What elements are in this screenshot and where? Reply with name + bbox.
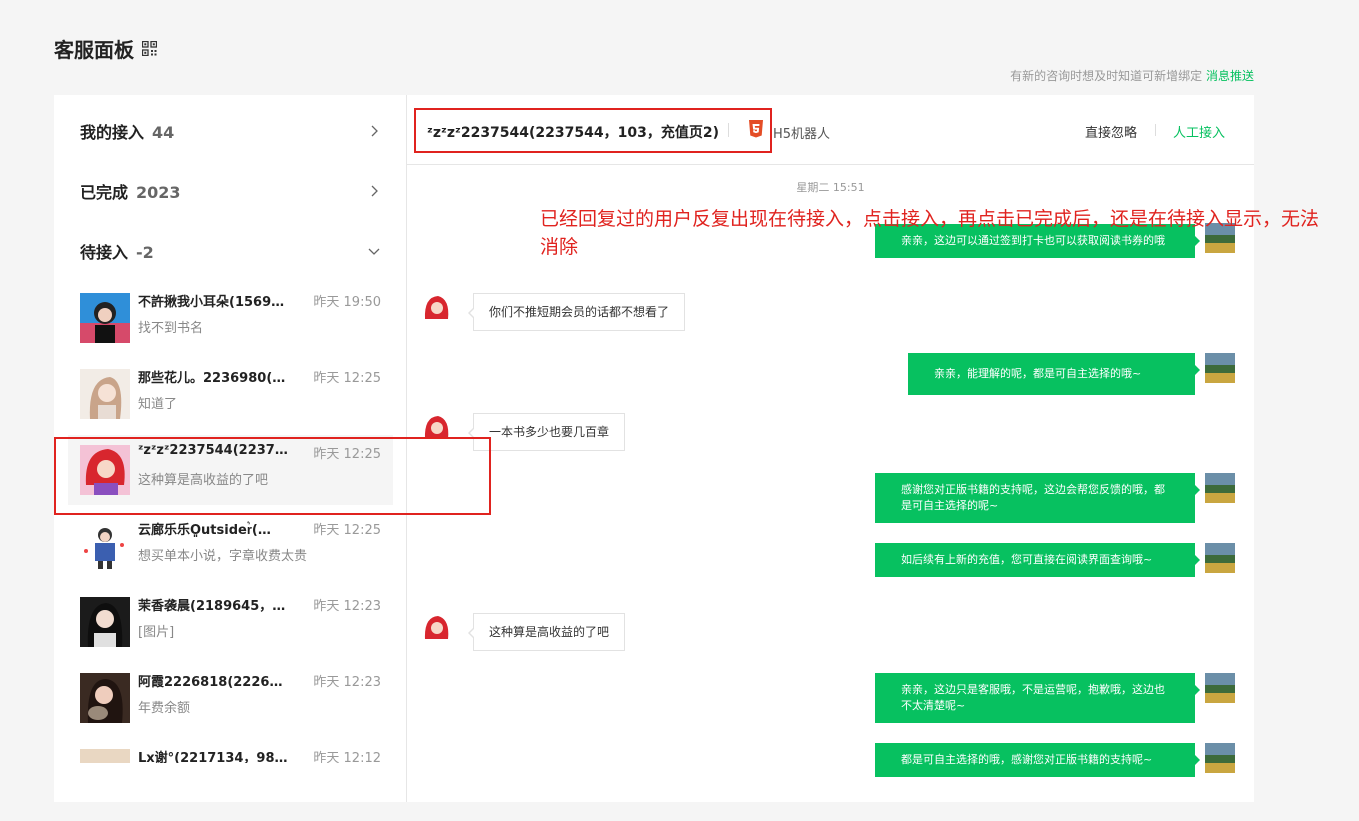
- chevron-right-icon: [371, 125, 378, 137]
- conversation-item[interactable]: Lx谢°(2217134，98… 昨天 12:12: [68, 739, 393, 763]
- conversation-name: 那些花儿。2236980(…: [138, 371, 286, 386]
- avatar: [1205, 543, 1235, 573]
- conversation-name: 茉香袭晨(2189645，…: [138, 599, 286, 614]
- conversation-time: 昨天 12:23: [313, 599, 381, 614]
- avatar: [80, 369, 130, 419]
- channel-label: H5机器人: [773, 127, 831, 142]
- section-label: 我的接入: [80, 123, 145, 142]
- page-title: 客服面板: [54, 34, 157, 63]
- highlight-box-chat-title: [414, 108, 772, 153]
- section-count: 2023: [136, 183, 181, 202]
- message-outgoing: 如后续有上新的充值，您可直接在阅读界面查询哦~: [875, 543, 1200, 577]
- qrcode-icon[interactable]: [142, 41, 157, 56]
- conversation-last-message: 找不到书名: [138, 321, 204, 336]
- conversation-item[interactable]: 那些花儿。2236980(… 昨天 12:25 知道了: [68, 359, 393, 429]
- avatar: [1205, 673, 1235, 703]
- message-outgoing: 亲亲，这边只是客服哦，不是运营呢，抱歉哦，这边也不太清楚呢~: [875, 673, 1200, 723]
- conversation-item[interactable]: 茉香袭晨(2189645，… 昨天 12:23 [图片]: [68, 587, 393, 657]
- avatar: [422, 613, 452, 643]
- avatar: [80, 293, 130, 343]
- avatar: [80, 673, 130, 723]
- avatar: [1205, 743, 1235, 773]
- section-count: -2: [136, 243, 154, 262]
- section-completed[interactable]: 已完成 2023: [80, 176, 380, 206]
- avatar: [80, 521, 130, 571]
- avatar: [80, 597, 130, 647]
- ignore-button[interactable]: 直接忽略: [1085, 122, 1137, 141]
- conversation-name: 不許揪我小耳朵(1569…: [138, 295, 285, 310]
- message-incoming: 这种算是高收益的了吧: [467, 613, 626, 651]
- divider: [1155, 124, 1156, 136]
- conversation-last-message: 知道了: [138, 397, 178, 412]
- highlight-box-conversation: [54, 437, 491, 515]
- message-push-link[interactable]: 消息推送: [1206, 69, 1254, 83]
- conversation-item[interactable]: 不許揪我小耳朵(1569… 昨天 19:50 找不到书名: [68, 283, 393, 353]
- conversation-name: Lx谢°(2217134，98…: [138, 751, 288, 763]
- avatar: [1205, 473, 1235, 503]
- chevron-right-icon: [371, 185, 378, 197]
- day-separator: 星期二 15:51: [796, 181, 865, 194]
- conversation-time: 昨天 12:25: [313, 523, 381, 538]
- section-count: 44: [152, 123, 175, 142]
- chevron-down-icon: [368, 248, 380, 255]
- message-incoming: 一本书多少也要几百章: [467, 413, 626, 451]
- annotation-text: 已经回复过的用户反复出现在待接入，点击接入，再点击已完成后，还是在待接入显示，无…: [540, 208, 1320, 258]
- page-title-text: 客服面板: [54, 38, 134, 62]
- avatar: [422, 293, 452, 323]
- notice-text: 有新的咨询时想及时知道可新增绑定: [1010, 69, 1203, 83]
- accept-button[interactable]: 人工接入: [1173, 122, 1225, 141]
- conversation-name: 阿霞2226818(222681…: [138, 675, 288, 690]
- section-label: 待接入: [80, 243, 129, 262]
- section-my-access[interactable]: 我的接入 44: [80, 116, 380, 146]
- avatar: [1205, 353, 1235, 383]
- conversation-time: 昨天 12:12: [313, 751, 381, 763]
- conversation-item[interactable]: 阿霞2226818(222681… 昨天 12:23 年费余额: [68, 663, 393, 733]
- conversation-last-message: 想买单本小说，字章收费太贵: [138, 549, 308, 564]
- conversation-time: 昨天 12:25: [313, 371, 381, 386]
- conversation-name: 云廊乐乐O͈utsider͛(…: [138, 523, 271, 538]
- conversation-time: 昨天 12:23: [313, 675, 381, 690]
- conversation-last-message: 年费余额: [138, 701, 191, 716]
- conversation-last-message: [图片]: [138, 625, 175, 640]
- message-outgoing: 亲亲，能理解的呢，都是可自主选择的哦~: [908, 353, 1200, 395]
- message-outgoing: 感谢您对正版书籍的支持呢，这边会帮您反馈的哦，都是可自主选择的呢~: [875, 473, 1200, 523]
- conversation-item[interactable]: 云廊乐乐O͈utsider͛(… 昨天 12:25 想买单本小说，字章收费太贵: [68, 511, 393, 581]
- chat-area: ᶻzᶻzᶻ2237544(2237544，103，充值页2) H5机器人 直接忽…: [407, 95, 1254, 802]
- avatar: [80, 749, 130, 763]
- message-outgoing: 都是可自主选择的哦，感谢您对正版书籍的支持呢~: [875, 743, 1200, 777]
- message-incoming: 你们不推短期会员的话都不想看了: [467, 293, 686, 331]
- section-pending[interactable]: 待接入 -2: [80, 236, 380, 266]
- section-label: 已完成: [80, 183, 129, 202]
- notice: 有新的咨询时想及时知道可新增绑定 消息推送: [1010, 67, 1254, 84]
- conversation-time: 昨天 19:50: [313, 295, 381, 310]
